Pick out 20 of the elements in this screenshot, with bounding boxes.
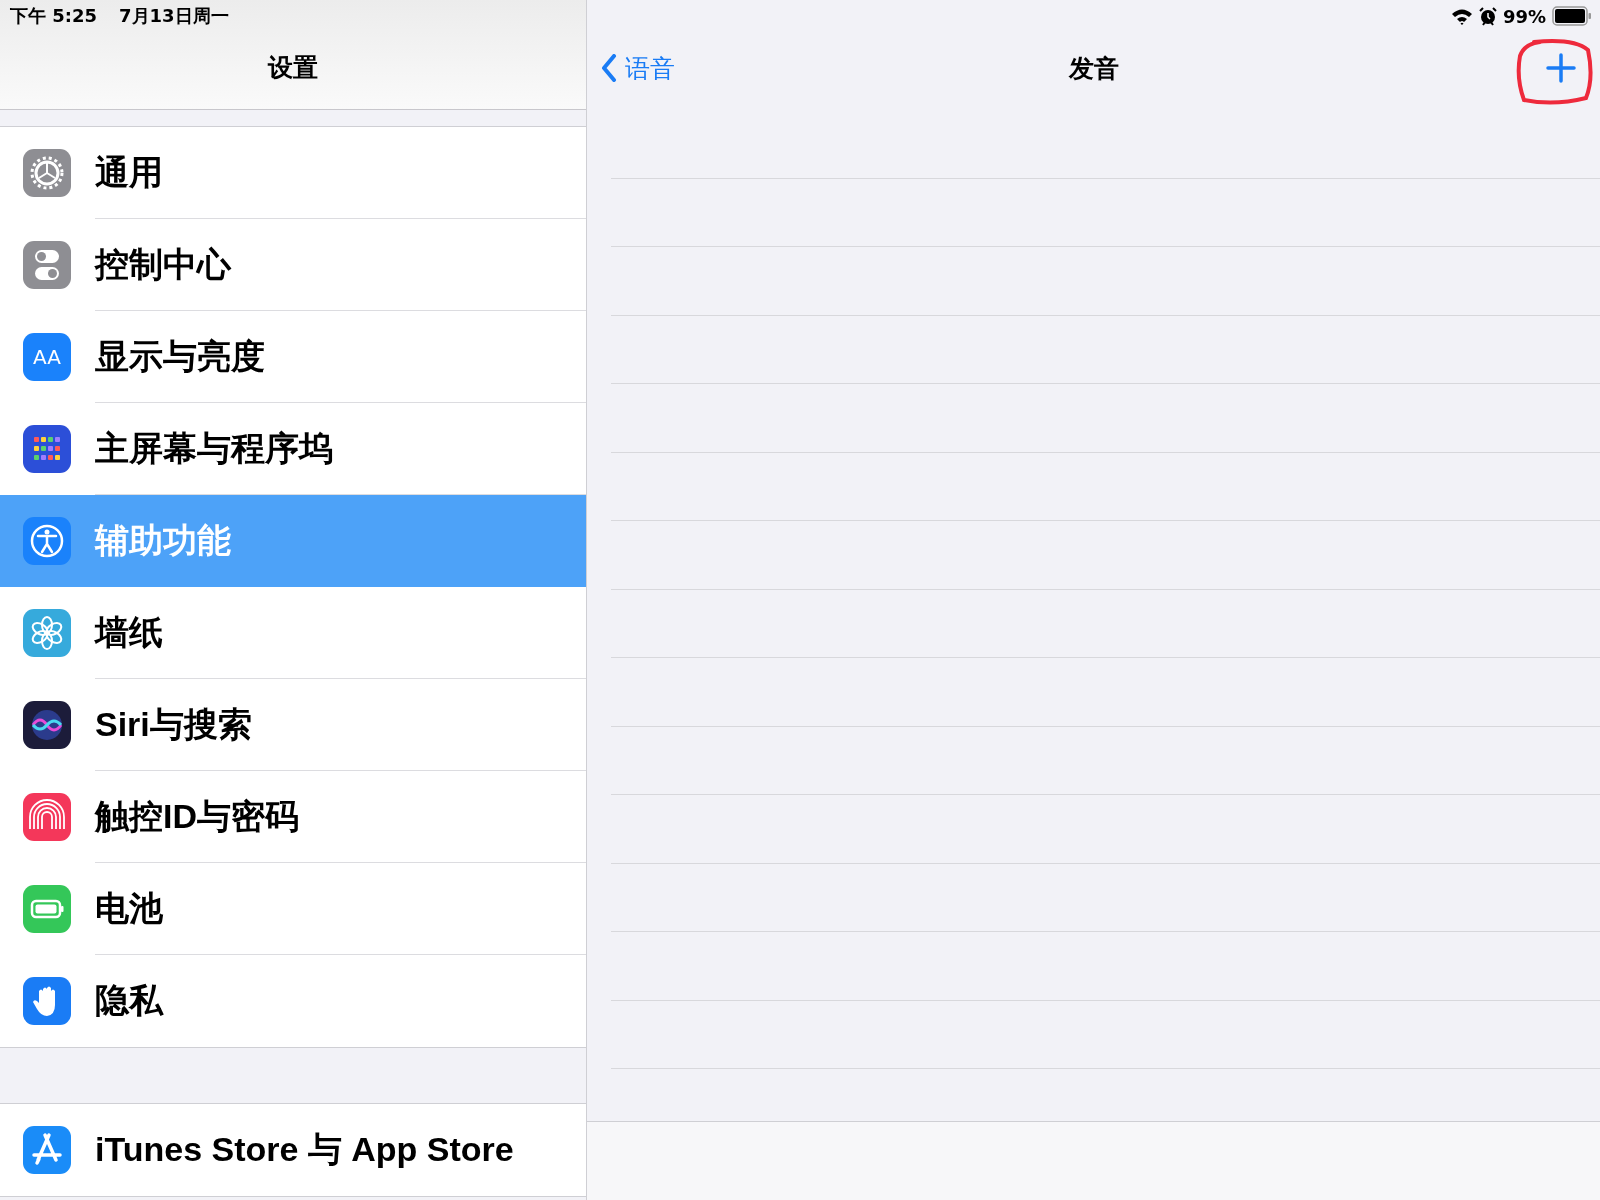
- settings-item[interactable]: 控制中心: [0, 219, 586, 311]
- settings-item[interactable]: 墙纸: [0, 587, 586, 679]
- text-size-icon: AA: [23, 333, 71, 381]
- settings-item[interactable]: AA 显示与亮度: [0, 311, 586, 403]
- status-time: 下午 5:25: [10, 4, 98, 28]
- battery-icon: [1552, 6, 1592, 26]
- status-date: 7月13日周一: [119, 4, 229, 28]
- settings-item[interactable]: 触控ID与密码: [0, 771, 586, 863]
- back-button[interactable]: 语音: [601, 51, 675, 85]
- settings-item[interactable]: iTunes Store 与 App Store: [0, 1104, 586, 1196]
- settings-item[interactable]: 电池: [0, 863, 586, 955]
- page-title: 发音: [1068, 53, 1119, 83]
- chevron-left-icon: [601, 54, 617, 82]
- sidebar-title: 设置: [268, 52, 318, 84]
- wifi-icon: [1450, 7, 1473, 25]
- alarm-icon: [1478, 6, 1497, 26]
- battery-percent: 99%: [1502, 5, 1546, 27]
- settings-item[interactable]: 通用: [0, 127, 586, 219]
- settings-item[interactable]: Siri与搜索: [0, 679, 586, 771]
- settings-item[interactable]: 隐私: [0, 955, 586, 1047]
